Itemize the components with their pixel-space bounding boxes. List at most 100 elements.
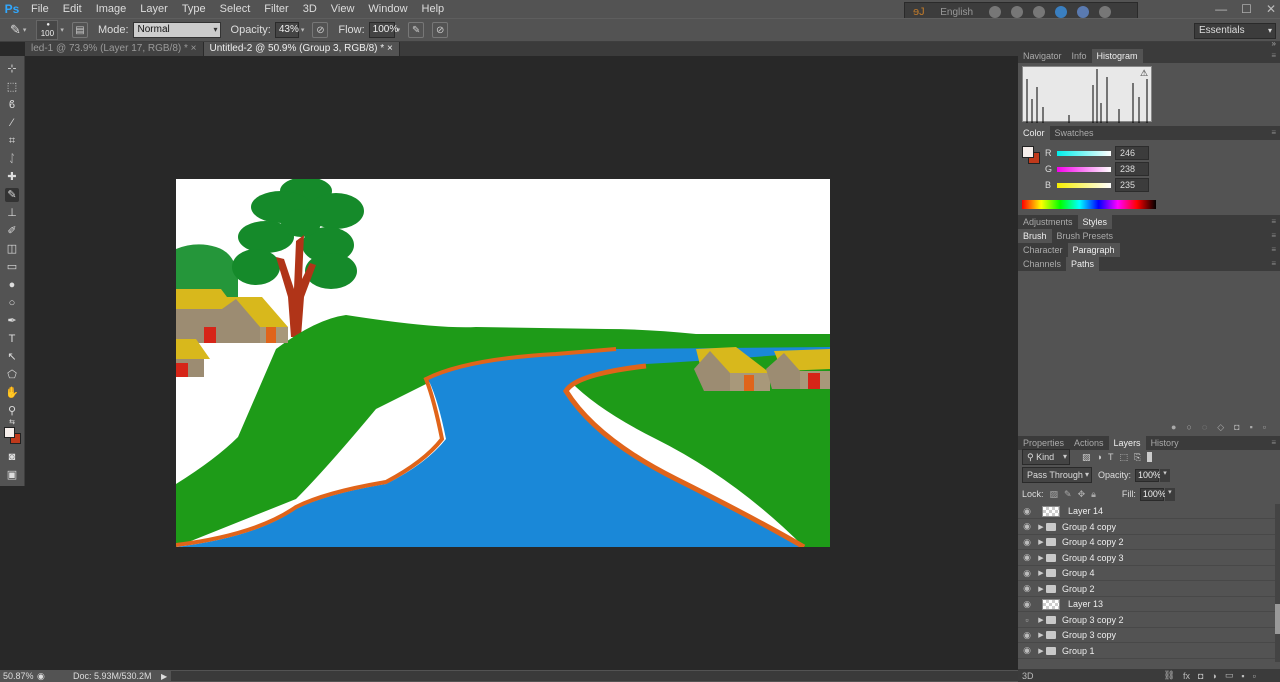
histogram-warning-icon[interactable]: ⚠ xyxy=(1140,68,1148,79)
panel-menu-icon[interactable]: ≡ xyxy=(1271,231,1276,240)
color-fg-swatch[interactable] xyxy=(1022,146,1034,158)
menu-3d[interactable]: 3D xyxy=(296,0,324,18)
panel-menu-icon[interactable]: ≡ xyxy=(1271,245,1276,254)
airbrush-icon[interactable]: ✎ xyxy=(408,22,425,38)
tab-brush-presets[interactable]: Brush Presets xyxy=(1052,229,1119,243)
link-layers-icon[interactable]: ⛓ xyxy=(1164,670,1175,681)
expand-triangle-icon[interactable]: ▶ xyxy=(1036,569,1046,577)
layer-row[interactable]: ◉ ▶ Group 4 xyxy=(1018,566,1276,581)
menu-edit[interactable]: Edit xyxy=(56,0,89,18)
brush-panel-toggle-icon[interactable]: ▤ xyxy=(71,22,88,38)
layer-row[interactable]: ◉ ▶ Group 4 copy 3 xyxy=(1018,551,1276,566)
path-selection-tool-icon[interactable]: ↖ xyxy=(5,350,19,364)
eye-icon[interactable]: ◉ xyxy=(1018,583,1036,594)
brush-preset-picker[interactable]: ● 100 xyxy=(36,20,59,40)
lasso-tool-icon[interactable]: ϐ xyxy=(5,98,19,112)
layer-row[interactable]: ◉ Layer 13 xyxy=(1018,597,1276,612)
stroke-path-icon[interactable]: ○ xyxy=(1186,422,1191,436)
opacity-arrow[interactable]: ▾ xyxy=(301,26,305,34)
eraser-tool-icon[interactable]: ◫ xyxy=(5,242,19,256)
healing-brush-tool-icon[interactable]: ✚ xyxy=(5,170,19,184)
tab-properties[interactable]: Properties xyxy=(1018,436,1069,450)
lock-position-icon[interactable]: ✥ xyxy=(1078,489,1086,500)
tab-paths[interactable]: Paths xyxy=(1066,257,1100,271)
fill-input[interactable]: 100% xyxy=(1139,487,1166,501)
layer-row[interactable]: ◉ ▶ Group 3 copy xyxy=(1018,628,1276,643)
expand-triangle-icon[interactable]: ▶ xyxy=(1036,616,1046,624)
tab-paragraph[interactable]: Paragraph xyxy=(1067,243,1120,257)
layer-row[interactable]: ◉ Layer 14 xyxy=(1018,504,1276,519)
hidden-visibility-icon[interactable]: ▫ xyxy=(1018,615,1036,625)
eye-icon[interactable]: ◉ xyxy=(1018,645,1036,656)
tab-document-2[interactable]: Untitled-2 @ 50.9% (Group 3, RGB/8) * × xyxy=(203,42,400,56)
layer-row[interactable]: ◉ ▶ Group 2 xyxy=(1018,582,1276,597)
opacity-field[interactable]: 43% xyxy=(274,22,299,38)
filter-shape-icon[interactable]: ⬚ xyxy=(1119,452,1128,463)
layer-row[interactable]: ◉ ▶ Group 1 xyxy=(1018,644,1276,659)
eye-icon[interactable]: ◉ xyxy=(1018,552,1036,563)
layer-row[interactable]: ◉ ▶ Group 4 copy xyxy=(1018,520,1276,535)
layer-row[interactable]: ▫ ▶ Group 3 copy 2 xyxy=(1018,613,1276,628)
menu-select[interactable]: Select xyxy=(213,0,258,18)
blue-value-input[interactable]: 235 xyxy=(1115,178,1149,192)
layer-kind-select[interactable]: ⚲ Kind ▾ xyxy=(1022,449,1070,465)
fx-icon[interactable]: fx xyxy=(1183,671,1190,681)
lock-image-icon[interactable]: ✎ xyxy=(1064,489,1072,500)
expand-triangle-icon[interactable]: ▶ xyxy=(1036,631,1046,639)
scrollbar-thumb[interactable] xyxy=(1275,604,1280,634)
new-layer-icon[interactable]: ▪ xyxy=(1241,671,1244,681)
brush-tool-icon[interactable]: ✎ xyxy=(10,22,21,38)
shape-tool-icon[interactable]: ⬠ xyxy=(5,368,19,382)
hand-icon[interactable] xyxy=(1010,6,1023,18)
panel-menu-icon[interactable]: ≡ xyxy=(1271,217,1276,226)
delete-icon[interactable]: ▫ xyxy=(1263,422,1266,436)
panel-collapse-bar[interactable]: » xyxy=(1018,39,1280,49)
filter-pixel-icon[interactable]: ▨ xyxy=(1082,452,1091,463)
panel-menu-icon[interactable]: ≡ xyxy=(1271,438,1276,447)
load-selection-icon[interactable]: ◌ xyxy=(1202,422,1207,436)
tab-document-1[interactable]: led-1 @ 73.9% (Layer 17, RGB/8) * × xyxy=(25,42,204,56)
tab-navigator[interactable]: Navigator xyxy=(1018,49,1067,63)
keyboard-icon[interactable] xyxy=(988,6,1001,18)
pressure-opacity-icon[interactable]: ⊘ xyxy=(312,22,329,38)
horizontal-scrollbar[interactable] xyxy=(171,671,1018,681)
panel-menu-icon[interactable]: ≡ xyxy=(1271,51,1276,60)
crop-tool-icon[interactable]: ⌗ xyxy=(5,134,19,148)
move-tool-icon[interactable]: ⊹ xyxy=(5,62,19,76)
brush-tool-icon[interactable]: ✎ xyxy=(5,188,19,202)
menu-layer[interactable]: Layer xyxy=(133,0,175,18)
expand-triangle-icon[interactable]: ▶ xyxy=(1036,647,1046,655)
blur-tool-icon[interactable]: ● xyxy=(5,278,19,292)
gradient-tool-icon[interactable]: ▭ xyxy=(5,260,19,274)
trash-icon[interactable]: ▫ xyxy=(1253,671,1256,681)
maximize-button[interactable]: ☐ xyxy=(1241,2,1252,16)
clone-stamp-tool-icon[interactable]: ⊥ xyxy=(5,206,19,220)
screen-mode-icon[interactable]: ▣ xyxy=(5,468,19,482)
blue-slider[interactable] xyxy=(1057,182,1111,188)
layer-scrollbar[interactable] xyxy=(1275,504,1280,662)
mode-select[interactable]: Normal ▾ xyxy=(132,22,221,38)
red-value-input[interactable]: 246 xyxy=(1115,146,1149,160)
filter-adjustment-icon[interactable]: ◑ xyxy=(1097,452,1102,462)
fill-path-icon[interactable]: ● xyxy=(1171,422,1176,436)
dodge-tool-icon[interactable]: ○ xyxy=(5,296,19,310)
eyedropper-tool-icon[interactable]: ᛇ xyxy=(5,152,19,166)
flow-field[interactable]: 100% xyxy=(368,22,398,38)
green-value-input[interactable]: 238 xyxy=(1115,162,1149,176)
foreground-color-swatch[interactable] xyxy=(4,427,15,438)
close-icon[interactable]: × xyxy=(387,43,393,54)
quick-select-tool-icon[interactable]: ⁄ xyxy=(5,116,19,130)
make-work-path-icon[interactable]: ◇ xyxy=(1217,422,1224,436)
minimize-button[interactable]: — xyxy=(1215,2,1227,16)
menu-help[interactable]: Help xyxy=(415,0,452,18)
status-info-icon[interactable]: ◉ xyxy=(37,671,49,682)
tab-swatches[interactable]: Swatches xyxy=(1050,126,1099,140)
close-icon[interactable]: × xyxy=(191,43,197,54)
menu-type[interactable]: Type xyxy=(175,0,213,18)
eye-icon[interactable]: ◉ xyxy=(1018,506,1036,517)
lock-transparent-icon[interactable]: ▨ xyxy=(1050,489,1059,500)
gear-icon[interactable] xyxy=(1032,6,1045,18)
quick-mask-icon[interactable]: ◙ xyxy=(5,450,19,464)
eye-icon[interactable]: ◉ xyxy=(1018,521,1036,532)
fill-arrow[interactable]: ▾ xyxy=(1164,487,1175,501)
